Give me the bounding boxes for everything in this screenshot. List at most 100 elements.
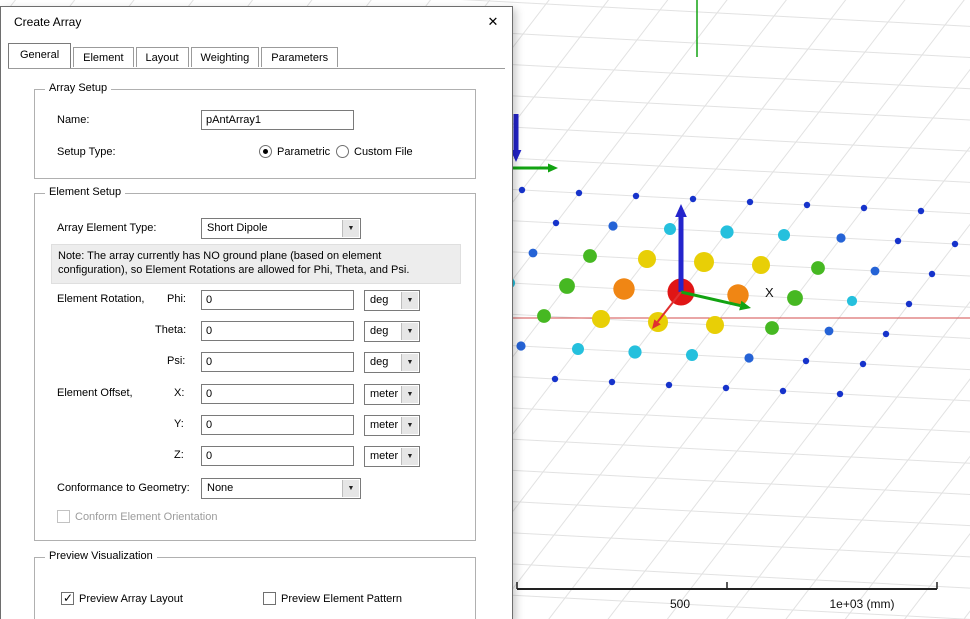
array-element-dot [552,376,558,382]
array-element-dot [519,187,525,193]
tab-parameters[interactable]: Parameters [261,47,338,67]
array-element-dot [686,349,698,361]
array-setup-group: Array Setup Name: Setup Type: Parametric… [34,89,476,179]
tab-bar: GeneralElementLayoutWeightingParameters [8,43,340,70]
array-element-dot [837,391,843,397]
array-element-dot [825,327,834,336]
offset-x-label: X: [174,387,184,399]
array-element-dot [576,190,582,196]
tab-general[interactable]: General [8,43,71,68]
element-rotation-label: Element Rotation, [57,293,144,305]
psi-unit-value: deg [370,356,388,368]
array-element-dot [765,321,779,335]
array-element-dot [583,249,597,263]
array-element-dot [861,205,867,211]
tab-weighting[interactable]: Weighting [191,47,260,67]
conformance-value: None [207,482,233,494]
array-element-dot [952,241,958,247]
chevron-down-icon[interactable]: ▼ [401,448,418,465]
array-name-input[interactable] [201,110,354,130]
array-element-dot [553,220,559,226]
array-element-type-value: Short Dipole [207,222,268,234]
chevron-down-icon[interactable]: ▼ [401,386,418,403]
offset-y-label: Y: [174,418,184,430]
array-element-dot [664,223,676,235]
preview-visualization-group: Preview Visualization Preview Array Layo… [34,557,476,619]
array-element-dot [690,196,696,202]
array-element-dot [929,271,935,277]
setup-type-label: Setup Type: [57,146,116,158]
array-element-dot [592,310,610,328]
conform-element-orientation-label: Conform Element Orientation [75,511,217,523]
chevron-down-icon[interactable]: ▼ [342,220,359,237]
offset-z-unit-value: meter [370,450,398,462]
array-element-dot [537,309,551,323]
scale-label-end: 1e+03 (mm) [829,597,894,611]
parametric-radio[interactable] [259,145,272,158]
array-element-dot [803,358,809,364]
ground-plane-note: Note: The array currently has NO ground … [51,244,461,284]
offset-x-input[interactable] [201,384,354,404]
close-icon[interactable]: ✕ [474,7,512,37]
array-element-dot [613,278,634,299]
array-element-dot [572,343,584,355]
theta-label: Theta: [155,324,186,336]
chevron-down-icon[interactable]: ▼ [401,323,418,340]
psi-unit-combo[interactable]: deg ▼ [364,352,420,373]
preview-element-pattern-label: Preview Element Pattern [281,593,402,605]
offset-y-unit-value: meter [370,419,398,431]
tab-layout[interactable]: Layout [136,47,189,67]
preview-array-layout-checkbox[interactable] [61,592,74,605]
offset-z-unit-combo[interactable]: meter ▼ [364,446,420,467]
theta-unit-combo[interactable]: deg ▼ [364,321,420,342]
array-setup-legend: Array Setup [45,82,111,94]
note-line-2: configuration), so Element Rotations are… [58,263,454,277]
custom-file-radio[interactable] [336,145,349,158]
dialog-titlebar[interactable]: Create Array ✕ [1,7,512,37]
note-line-1: Note: The array currently has NO ground … [58,249,454,263]
array-element-dot [706,316,724,334]
psi-label: Psi: [167,355,185,367]
chevron-down-icon[interactable]: ▼ [401,417,418,434]
world-axis-lines [500,0,970,318]
tab-element[interactable]: Element [73,47,133,67]
theta-input[interactable] [201,321,354,341]
element-setup-legend: Element Setup [45,186,125,198]
array-element-dot [752,256,770,274]
element-setup-group: Element Setup Array Element Type: Short … [34,193,476,541]
phi-unit-combo[interactable]: deg ▼ [364,290,420,311]
create-array-dialog: Create Array ✕ GeneralElementLayoutWeigh… [0,6,513,619]
array-element-dot [744,353,753,362]
array-element-dot [747,199,753,205]
chevron-down-icon[interactable]: ▼ [342,480,359,497]
array-element-dot [883,331,889,337]
conformance-combo[interactable]: None ▼ [201,478,361,499]
offset-x-unit-value: meter [370,388,398,400]
offset-y-input[interactable] [201,415,354,435]
offset-z-label: Z: [174,449,184,461]
array-element-dot [720,225,733,238]
phi-unit-value: deg [370,294,388,306]
chevron-down-icon[interactable]: ▼ [401,354,418,371]
application-window: X5001e+03 (mm) Create Array ✕ GeneralEle… [0,0,970,619]
chevron-down-icon[interactable]: ▼ [401,292,418,309]
custom-file-radio-label: Custom File [354,146,413,158]
array-element-dot [529,249,538,258]
dialog-title: Create Array [14,15,81,29]
offset-y-unit-combo[interactable]: meter ▼ [364,415,420,436]
array-element-dot [871,267,880,276]
array-element-dot [918,208,924,214]
phi-input[interactable] [201,290,354,310]
psi-input[interactable] [201,352,354,372]
offset-z-input[interactable] [201,446,354,466]
array-element-dot [895,238,901,244]
preview-array-layout-label: Preview Array Layout [79,593,183,605]
offset-x-unit-combo[interactable]: meter ▼ [364,384,420,405]
array-element-type-combo[interactable]: Short Dipole ▼ [201,218,361,239]
element-offset-label: Element Offset, [57,387,133,399]
phi-label: Phi: [167,293,186,305]
parametric-radio-label: Parametric [277,146,330,158]
preview-element-pattern-checkbox[interactable] [263,592,276,605]
array-element-dot [633,193,639,199]
array-element-dot [836,233,845,242]
